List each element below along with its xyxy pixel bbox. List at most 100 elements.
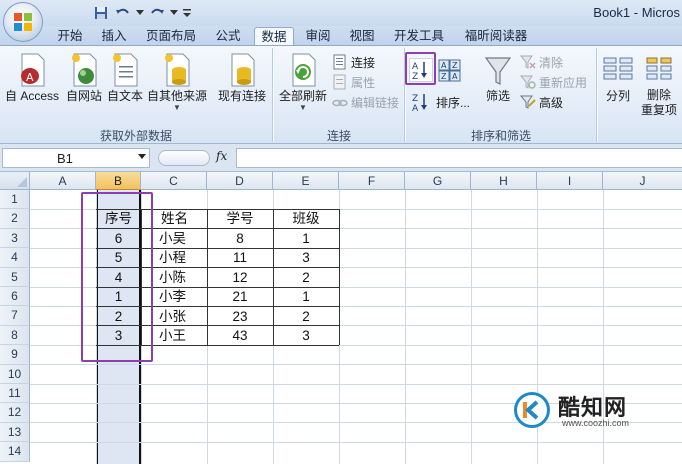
tab-formulas[interactable]: 公式: [208, 27, 248, 46]
quick-access-toolbar: [48, 3, 192, 22]
table-cell[interactable]: 21: [207, 287, 273, 307]
column-header-h[interactable]: H: [471, 172, 537, 190]
existing-connections-icon: [231, 53, 255, 87]
connections-icon: [333, 54, 346, 70]
filter-funnel-icon: [484, 57, 512, 85]
tab-view[interactable]: 视图: [344, 27, 380, 46]
edit-links-button[interactable]: 编辑链接: [332, 92, 399, 112]
tab-page-layout[interactable]: 页面布局: [140, 27, 202, 46]
row-header[interactable]: 13: [0, 422, 30, 443]
row-header[interactable]: 14: [0, 442, 30, 462]
table-cell[interactable]: 2: [273, 268, 339, 288]
table-cell[interactable]: 12: [207, 268, 273, 288]
link-icon: [332, 99, 348, 107]
tab-review[interactable]: 审阅: [300, 27, 336, 46]
reapply-button[interactable]: 重新应用: [520, 72, 587, 92]
row-header[interactable]: 11: [0, 384, 30, 404]
select-all-button[interactable]: [0, 172, 30, 190]
chevron-down-icon: ▼: [299, 103, 307, 112]
redo-icon[interactable]: [148, 4, 166, 22]
row-header[interactable]: 3: [0, 228, 30, 249]
remove-duplicates-button[interactable]: 删除 重复项: [636, 48, 682, 126]
sort-button-highlight: [405, 52, 436, 85]
window-title: Book1 - Micros: [593, 5, 680, 20]
column-header-j[interactable]: J: [603, 172, 682, 190]
column-header-f[interactable]: F: [339, 172, 405, 190]
formula-input[interactable]: [236, 148, 682, 168]
svg-text:Z: Z: [412, 94, 418, 104]
table-cell[interactable]: 11: [207, 248, 273, 268]
ribbon: A 自 Access 自网站 自文本 自其他来源 ▼ 现有连接 获取外部数据 全…: [0, 45, 682, 144]
column-header-a[interactable]: A: [30, 172, 96, 190]
tab-home[interactable]: 开始: [52, 27, 88, 46]
table-cell[interactable]: 1: [273, 229, 339, 249]
tab-data[interactable]: 数据: [254, 27, 294, 46]
access-database-icon: A: [21, 53, 45, 87]
chevron-down-icon[interactable]: [170, 4, 178, 22]
clear-filter-button[interactable]: 清除: [520, 52, 563, 72]
table-cell[interactable]: 1: [273, 287, 339, 307]
column-header-d[interactable]: D: [207, 172, 273, 190]
properties-button[interactable]: 属性: [332, 72, 375, 92]
office-button[interactable]: [3, 2, 43, 42]
undo-icon[interactable]: [114, 4, 132, 22]
svg-text:A: A: [412, 104, 419, 112]
sort-z-to-a-button[interactable]: Z A: [409, 90, 433, 114]
advanced-filter-button[interactable]: 高级: [520, 92, 563, 112]
svg-text:A: A: [452, 72, 458, 81]
formula-buttons[interactable]: [158, 150, 210, 166]
column-header-g[interactable]: G: [405, 172, 471, 190]
table-header-cell[interactable]: 学号: [207, 209, 273, 229]
gridline: [30, 442, 682, 443]
row-header[interactable]: 6: [0, 287, 30, 307]
insert-function-button[interactable]: fx: [216, 149, 227, 163]
chevron-down-icon[interactable]: [136, 4, 144, 22]
properties-icon: [333, 74, 346, 90]
office-logo-icon: [14, 13, 32, 31]
column-header-i[interactable]: I: [537, 172, 603, 190]
row-header[interactable]: 5: [0, 267, 30, 287]
row-header[interactable]: 1: [0, 190, 30, 210]
remove-duplicates-icon: [646, 57, 672, 80]
svg-text:A: A: [441, 61, 447, 70]
column-header-e[interactable]: E: [273, 172, 339, 190]
table-cell[interactable]: 43: [207, 326, 273, 346]
row-header[interactable]: 9: [0, 345, 30, 365]
from-other-sources-button[interactable]: 自其他来源 ▼: [145, 48, 209, 126]
from-text-button[interactable]: 自文本: [106, 48, 144, 126]
sort-button[interactable]: 排序...: [436, 92, 470, 112]
existing-connections-button[interactable]: 现有连接: [214, 48, 270, 126]
column-header-b[interactable]: B: [96, 172, 141, 190]
tab-insert[interactable]: 插入: [96, 27, 132, 46]
name-box[interactable]: B1: [2, 148, 150, 168]
row-header[interactable]: 2: [0, 209, 30, 229]
row-header[interactable]: 10: [0, 364, 30, 384]
sort-dialog-icon-button[interactable]: A Z Z A: [437, 58, 463, 84]
tab-developer[interactable]: 开发工具: [388, 27, 450, 46]
svg-text:Z: Z: [452, 61, 458, 70]
refresh-all-button[interactable]: 全部刷新 ▼: [276, 48, 330, 126]
chevron-down-icon[interactable]: [138, 154, 146, 159]
table-cell[interactable]: 2: [273, 307, 339, 327]
customize-toolbar-icon[interactable]: [182, 4, 192, 22]
from-access-button[interactable]: A 自 Access: [2, 48, 62, 126]
table-header-cell[interactable]: 班级: [273, 209, 339, 229]
tab-foxit-reader[interactable]: 福昕阅读器: [458, 27, 534, 46]
row-header[interactable]: 7: [0, 306, 30, 326]
from-web-button[interactable]: 自网站: [62, 48, 106, 126]
column-header-c[interactable]: C: [141, 172, 207, 190]
row-header[interactable]: 4: [0, 248, 30, 268]
table-cell[interactable]: 3: [273, 248, 339, 268]
row-header[interactable]: 12: [0, 403, 30, 423]
table-cell[interactable]: 23: [207, 307, 273, 327]
chevron-down-icon: ▼: [173, 103, 181, 112]
other-sources-icon: [165, 53, 190, 87]
save-icon[interactable]: [92, 4, 110, 22]
filter-button[interactable]: 筛选: [480, 48, 516, 126]
connections-button[interactable]: 连接: [332, 52, 375, 72]
text-to-columns-button[interactable]: 分列: [600, 48, 636, 126]
watermark: 酷知网 www.coozhi.com: [506, 384, 656, 436]
table-cell[interactable]: 3: [273, 326, 339, 346]
table-cell[interactable]: 8: [207, 229, 273, 249]
row-header[interactable]: 8: [0, 325, 30, 346]
